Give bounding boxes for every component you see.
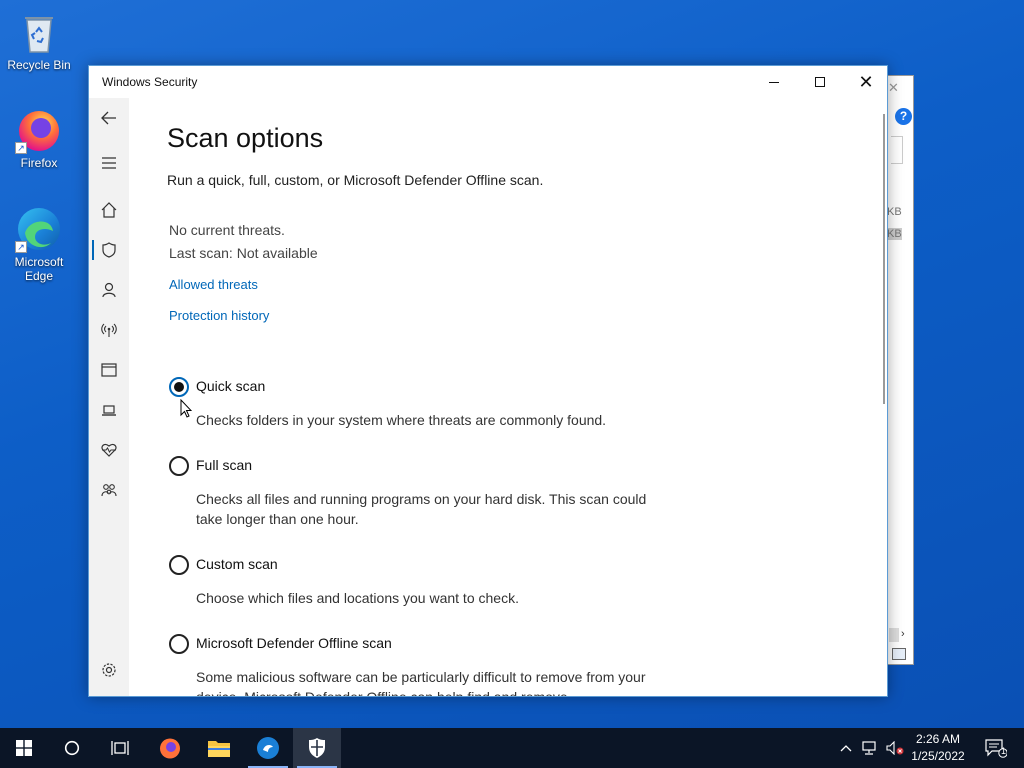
shield-icon <box>309 738 325 758</box>
folder-icon <box>208 741 230 757</box>
family-icon <box>101 484 117 497</box>
vertical-scrollbar[interactable] <box>883 114 885 404</box>
text-field[interactable] <box>891 136 903 164</box>
custom-scan-radio[interactable] <box>169 555 189 575</box>
heart-pulse-icon <box>101 443 117 457</box>
person-icon <box>102 282 116 298</box>
close-icon[interactable]: ✕ <box>888 80 899 96</box>
volume-button[interactable] <box>884 728 906 768</box>
shield-icon <box>102 242 116 258</box>
task-view-button[interactable] <box>96 728 144 768</box>
windows-security-window: Windows Security ✕ Scan options Run a qu… <box>88 65 888 697</box>
search-button[interactable] <box>48 728 96 768</box>
size-label-selected: KB <box>887 228 902 240</box>
shortcut-arrow-icon: ↗ <box>15 241 27 253</box>
recycle-bin-icon <box>15 8 63 56</box>
desktop-icon-label: Firefox <box>20 156 58 170</box>
nav-device-performance[interactable] <box>89 432 129 468</box>
hamburger-menu-icon <box>102 157 116 169</box>
menu-button[interactable] <box>89 145 129 181</box>
back-arrow-icon <box>101 111 116 125</box>
maximize-icon <box>815 77 825 87</box>
option-description: Some malicious software can be particula… <box>196 669 646 697</box>
nav-device-security[interactable] <box>89 392 129 428</box>
option-description: Checks all files and running programs on… <box>196 491 647 527</box>
page-subtitle: Run a quick, full, custom, or Microsoft … <box>167 172 544 188</box>
view-icon[interactable] <box>892 648 906 660</box>
back-button[interactable] <box>89 100 129 136</box>
clock-date: 1/25/2022 <box>911 749 965 763</box>
option-label: Custom scan <box>196 556 278 572</box>
page-title: Scan options <box>167 123 324 153</box>
option-description: Checks folders in your system where thre… <box>196 412 607 428</box>
quick-scan-radio[interactable] <box>169 377 189 397</box>
nav-sidebar <box>89 98 129 696</box>
title-bar[interactable]: Windows Security ✕ <box>89 66 887 98</box>
show-hidden-icons-button[interactable] <box>836 728 856 768</box>
scan-options-page: Scan options Run a quick, full, custom, … <box>129 98 887 697</box>
maximize-button[interactable] <box>797 66 843 98</box>
firefox-icon: ↗ <box>15 106 63 154</box>
desktop-icon-recycle-bin[interactable]: Recycle Bin <box>1 8 77 72</box>
speaker-muted-icon <box>886 741 904 755</box>
minimize-button[interactable] <box>751 66 797 98</box>
taskbar: 2:26 AM 1/25/2022 1 <box>0 728 1024 768</box>
nav-virus-protection[interactable] <box>89 232 129 268</box>
taskbar-clock[interactable]: 2:26 AM 1/25/2022 <box>906 731 970 765</box>
desktop-icon-label: Microsoft Edge <box>14 255 64 283</box>
desktop-icon-label: Recycle Bin <box>7 58 71 72</box>
taskbar-file-explorer[interactable] <box>195 728 243 768</box>
minimize-icon <box>769 81 779 83</box>
window-title: Windows Security <box>102 75 198 89</box>
gear-icon <box>102 663 116 677</box>
horizontal-scrollbar[interactable] <box>889 628 899 642</box>
laptop-icon <box>102 405 116 416</box>
option-label: Quick scan <box>196 378 266 394</box>
offline-scan-radio[interactable] <box>169 634 189 654</box>
help-icon[interactable]: ? <box>895 108 912 125</box>
size-label: KB <box>887 206 902 218</box>
browser-window-icon <box>101 363 117 377</box>
desktop-icon-microsoft-edge[interactable]: ↗ Microsoft Edge <box>1 205 77 283</box>
home-icon <box>101 202 117 218</box>
desktop-icon-firefox[interactable]: ↗ Firefox <box>1 106 77 170</box>
nav-firewall[interactable] <box>89 312 129 348</box>
cortana-circle-icon <box>64 740 80 756</box>
start-button[interactable] <box>0 728 48 768</box>
option-label: Microsoft Defender Offline scan <box>196 635 392 651</box>
scroll-right-icon[interactable]: › <box>901 628 905 640</box>
shortcut-arrow-icon: ↗ <box>15 142 27 154</box>
close-button[interactable]: ✕ <box>843 66 887 98</box>
action-center-button[interactable]: 1 <box>978 728 1014 768</box>
option-description: Choose which files and locations you wan… <box>196 590 519 606</box>
taskbar-app[interactable] <box>244 728 292 768</box>
option-label: Full scan <box>196 457 253 473</box>
protection-history-link[interactable]: Protection history <box>169 308 269 323</box>
edge-icon: ↗ <box>15 205 63 253</box>
network-button[interactable] <box>860 728 882 768</box>
chevron-up-icon <box>840 745 852 752</box>
nav-account-protection[interactable] <box>89 272 129 308</box>
nav-settings[interactable] <box>89 652 129 688</box>
app-icon <box>257 737 279 759</box>
windows-logo-icon <box>16 740 32 756</box>
taskbar-windows-security[interactable] <box>293 728 341 768</box>
clock-time: 2:26 AM <box>915 732 961 746</box>
last-scan-status: Last scan: Not available <box>169 245 318 261</box>
mouse-cursor-icon <box>180 399 192 418</box>
close-icon: ✕ <box>858 72 874 92</box>
network-icon <box>862 741 876 755</box>
full-scan-radio[interactable] <box>169 456 189 476</box>
taskbar-firefox[interactable] <box>146 728 194 768</box>
firefox-icon <box>160 738 180 759</box>
nav-app-browser-control[interactable] <box>89 352 129 388</box>
threat-status: No current threats. <box>169 222 285 238</box>
task-view-icon <box>111 741 129 755</box>
nav-home[interactable] <box>89 192 129 228</box>
wireless-icon <box>101 323 117 337</box>
notification-count: 1 <box>1001 746 1007 756</box>
allowed-threats-link[interactable]: Allowed threats <box>169 277 258 292</box>
nav-family-options[interactable] <box>89 472 129 508</box>
